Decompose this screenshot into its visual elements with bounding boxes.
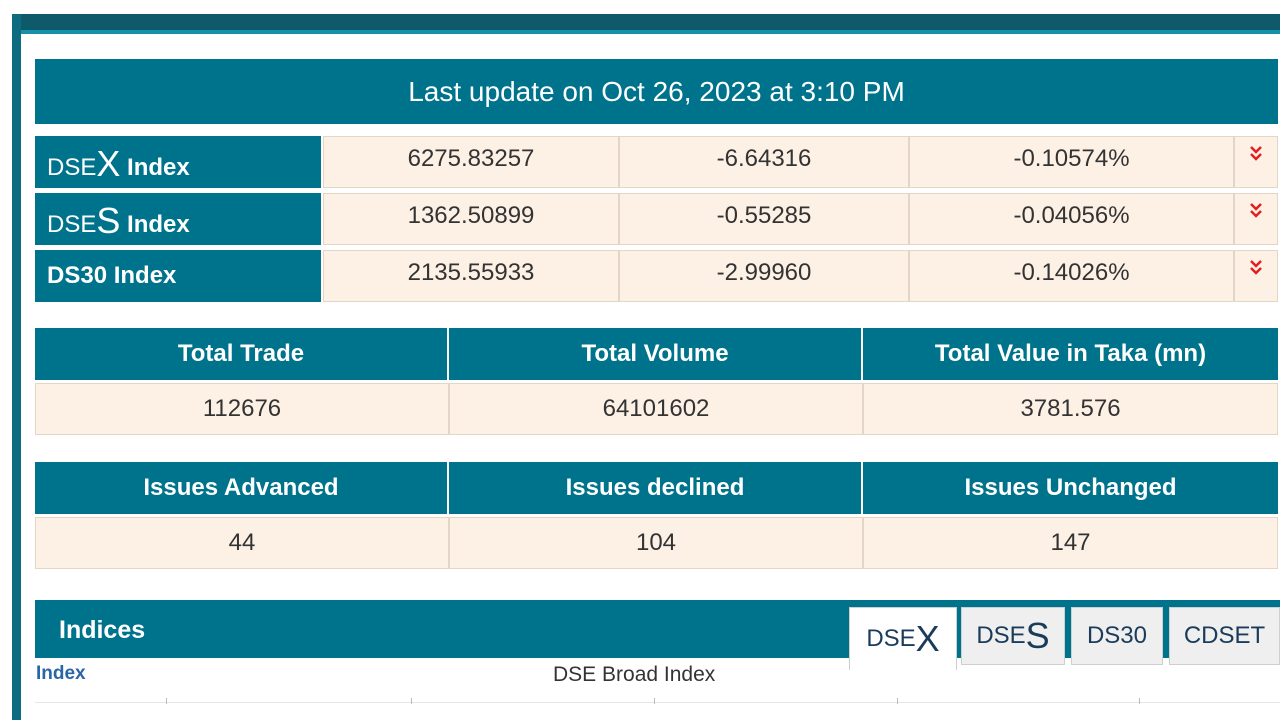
last-update-text: Last update on Oct 26, 2023 at 3:10 PM (408, 75, 905, 107)
index-change: -6.64316 (619, 136, 909, 188)
chart-tick (411, 698, 412, 704)
chart-tick (166, 698, 167, 704)
issues-value: 44 (35, 517, 449, 569)
issues-value: 147 (863, 517, 1278, 569)
totals-header: Total Value in Taka (mn) (863, 328, 1278, 380)
indices-title: Indices (59, 616, 146, 644)
chart-tick (897, 698, 898, 704)
double-chevron-down-icon (1234, 193, 1278, 245)
left-border (12, 14, 21, 720)
totals-header: Total Trade (35, 328, 449, 380)
tab-dsex[interactable]: DSE X (849, 607, 957, 670)
issues-header: Issues Advanced (35, 462, 449, 514)
tab-dses[interactable]: DSE S (961, 607, 1065, 665)
top-bar (12, 14, 1280, 34)
index-change-percent: -0.10574% (909, 136, 1234, 188)
double-chevron-down-icon (1234, 136, 1278, 188)
index-row-dsex: DSE X Index 6275.83257 -6.64316 -0.10574% (35, 136, 1278, 188)
index-name: DSE S Index (35, 193, 321, 245)
index-name: DS30 Index (35, 250, 321, 302)
totals-value: 3781.576 (863, 383, 1278, 435)
index-change: -0.55285 (619, 193, 909, 245)
index-row-dses: DSE S Index 1362.50899 -0.55285 -0.04056% (35, 193, 1278, 245)
issues-table: Issues Advanced Issues declined Issues U… (35, 462, 1278, 569)
index-name: DSE X Index (35, 136, 321, 188)
last-update-banner: Last update on Oct 26, 2023 at 3:10 PM (35, 59, 1278, 124)
index-row-ds30: DS30 Index 2135.55933 -2.99960 -0.14026% (35, 250, 1278, 302)
index-change-percent: -0.14026% (909, 250, 1234, 302)
index-change-percent: -0.04056% (909, 193, 1234, 245)
index-table: DSE X Index 6275.83257 -6.64316 -0.10574%… (35, 136, 1278, 307)
totals-value: 112676 (35, 383, 449, 435)
index-value: 2135.55933 (323, 250, 619, 302)
issues-header: Issues declined (449, 462, 863, 514)
index-link[interactable]: Index (36, 663, 86, 685)
issues-header: Issues Unchanged (863, 462, 1278, 514)
chart-title: DSE Broad Index (553, 663, 716, 686)
chart-tick (654, 698, 655, 704)
chart-gridline (35, 702, 1280, 703)
tab-ds30[interactable]: DS30 (1071, 607, 1163, 665)
tab-cdset[interactable]: CDSET (1169, 607, 1280, 665)
index-value: 6275.83257 (323, 136, 619, 188)
index-change: -2.99960 (619, 250, 909, 302)
totals-table: Total Trade Total Volume Total Value in … (35, 328, 1278, 435)
chart-tick (1139, 698, 1140, 704)
totals-header: Total Volume (449, 328, 863, 380)
index-value: 1362.50899 (323, 193, 619, 245)
totals-value: 64101602 (449, 383, 863, 435)
double-chevron-down-icon (1234, 250, 1278, 302)
issues-value: 104 (449, 517, 863, 569)
